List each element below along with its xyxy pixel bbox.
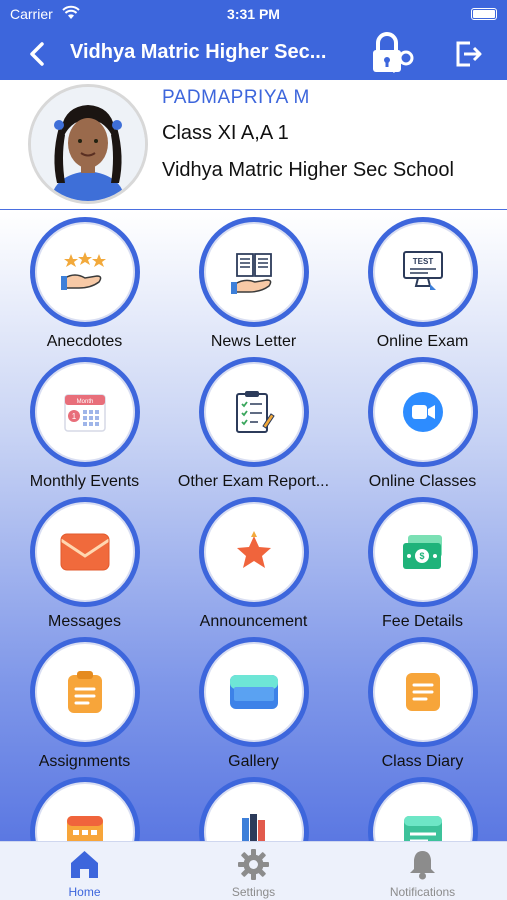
- tab-notifications[interactable]: Notifications: [338, 842, 507, 900]
- report-checklist-icon: [236, 391, 275, 433]
- profile-card: PADMAPRIYA M Class XI A,A 1 Vidhya Matri…: [0, 80, 507, 210]
- video-camera-icon: [403, 392, 443, 432]
- back-arrow-icon[interactable]: [24, 40, 52, 68]
- school-name: Vidhya Matric Higher Sec School: [162, 159, 454, 181]
- newsletter-book-icon: [231, 253, 272, 294]
- lock-key-icon[interactable]: [370, 32, 416, 76]
- money-icon: $: [403, 535, 442, 569]
- menu-tile-partial-3[interactable]: [338, 775, 507, 841]
- menu-tile-messages[interactable]: Messages: [0, 495, 169, 635]
- menu-tile-fee-details[interactable]: $ Fee Details: [338, 495, 507, 635]
- student-name: PADMAPRIYA M: [162, 87, 310, 108]
- menu-label: Anecdotes: [46, 333, 123, 350]
- svg-text:TEST: TEST: [413, 257, 434, 266]
- menu-tile-online-classes[interactable]: Online Classes: [338, 355, 507, 495]
- tab-bar: Home Settings Notifications: [0, 841, 507, 900]
- menu-label: Fee Details: [382, 613, 463, 630]
- menu-label: Assignments: [38, 753, 131, 770]
- tab-settings[interactable]: Settings: [169, 842, 338, 900]
- svg-text:1: 1: [72, 412, 77, 421]
- menu-tile-news-letter[interactable]: News Letter: [169, 215, 338, 355]
- menu-grid: Anecdotes News Letter TEST Online Exam M…: [0, 211, 507, 841]
- logout-icon[interactable]: [452, 38, 484, 70]
- menu-label: Online Classes: [368, 473, 477, 490]
- menu-label: Announcement: [199, 613, 308, 630]
- envelope-icon: [60, 533, 110, 571]
- gallery-card-icon: [230, 675, 278, 709]
- diary-icon: [406, 673, 440, 711]
- star-icon: [237, 531, 271, 568]
- card-list-icon: [404, 816, 442, 841]
- calendar-orange-icon: [67, 816, 103, 841]
- tab-notifications-label: Notifications: [389, 885, 456, 899]
- gear-icon: [238, 849, 269, 880]
- menu-label: Gallery: [228, 753, 279, 770]
- menu-label: Class Diary: [381, 753, 464, 770]
- menu-label: News Letter: [210, 333, 297, 350]
- tab-home-label: Home: [68, 885, 101, 899]
- student-photo: [31, 87, 145, 201]
- svg-text:$: $: [419, 551, 424, 561]
- test-monitor-icon: TEST: [403, 251, 443, 290]
- menu-tile-anecdotes[interactable]: Anecdotes: [0, 215, 169, 355]
- nav-bar: Vidhya Matric Higher Sec...: [0, 28, 507, 80]
- calendar-icon: Month 1: [64, 394, 106, 432]
- hand-stars-icon: [61, 252, 106, 290]
- clock: 3:31 PM: [227, 6, 280, 22]
- books-icon: [242, 814, 265, 841]
- bell-icon: [410, 851, 435, 880]
- menu-tile-announcement[interactable]: Announcement: [169, 495, 338, 635]
- menu-tile-partial-1[interactable]: [0, 775, 169, 841]
- menu-tile-other-exam-report[interactable]: Other Exam Report...: [169, 355, 338, 495]
- menu-label: Monthly Events: [29, 473, 140, 490]
- clipboard-icon: [68, 671, 102, 713]
- tab-home[interactable]: Home: [0, 842, 169, 900]
- avatar: [28, 84, 148, 204]
- menu-label: Online Exam: [376, 333, 469, 350]
- home-icon: [71, 851, 98, 878]
- svg-text:Month: Month: [77, 399, 94, 405]
- menu-tile-gallery[interactable]: Gallery: [169, 635, 338, 775]
- battery-icon: [471, 8, 497, 20]
- menu-tile-monthly-events[interactable]: Month 1 Monthly Events: [0, 355, 169, 495]
- tab-settings-label: Settings: [231, 885, 276, 899]
- menu-label: Messages: [48, 613, 121, 630]
- nav-title: Vidhya Matric Higher Sec...: [70, 41, 327, 63]
- status-bar: Carrier 3:31 PM: [0, 0, 507, 28]
- menu-tile-partial-2[interactable]: [169, 775, 338, 841]
- menu-tile-class-diary[interactable]: Class Diary: [338, 635, 507, 775]
- menu-label: Other Exam Report...: [177, 473, 330, 490]
- menu-tile-online-exam[interactable]: TEST Online Exam: [338, 215, 507, 355]
- menu-tile-assignments[interactable]: Assignments: [0, 635, 169, 775]
- student-class: Class XI A,A 1: [162, 122, 289, 144]
